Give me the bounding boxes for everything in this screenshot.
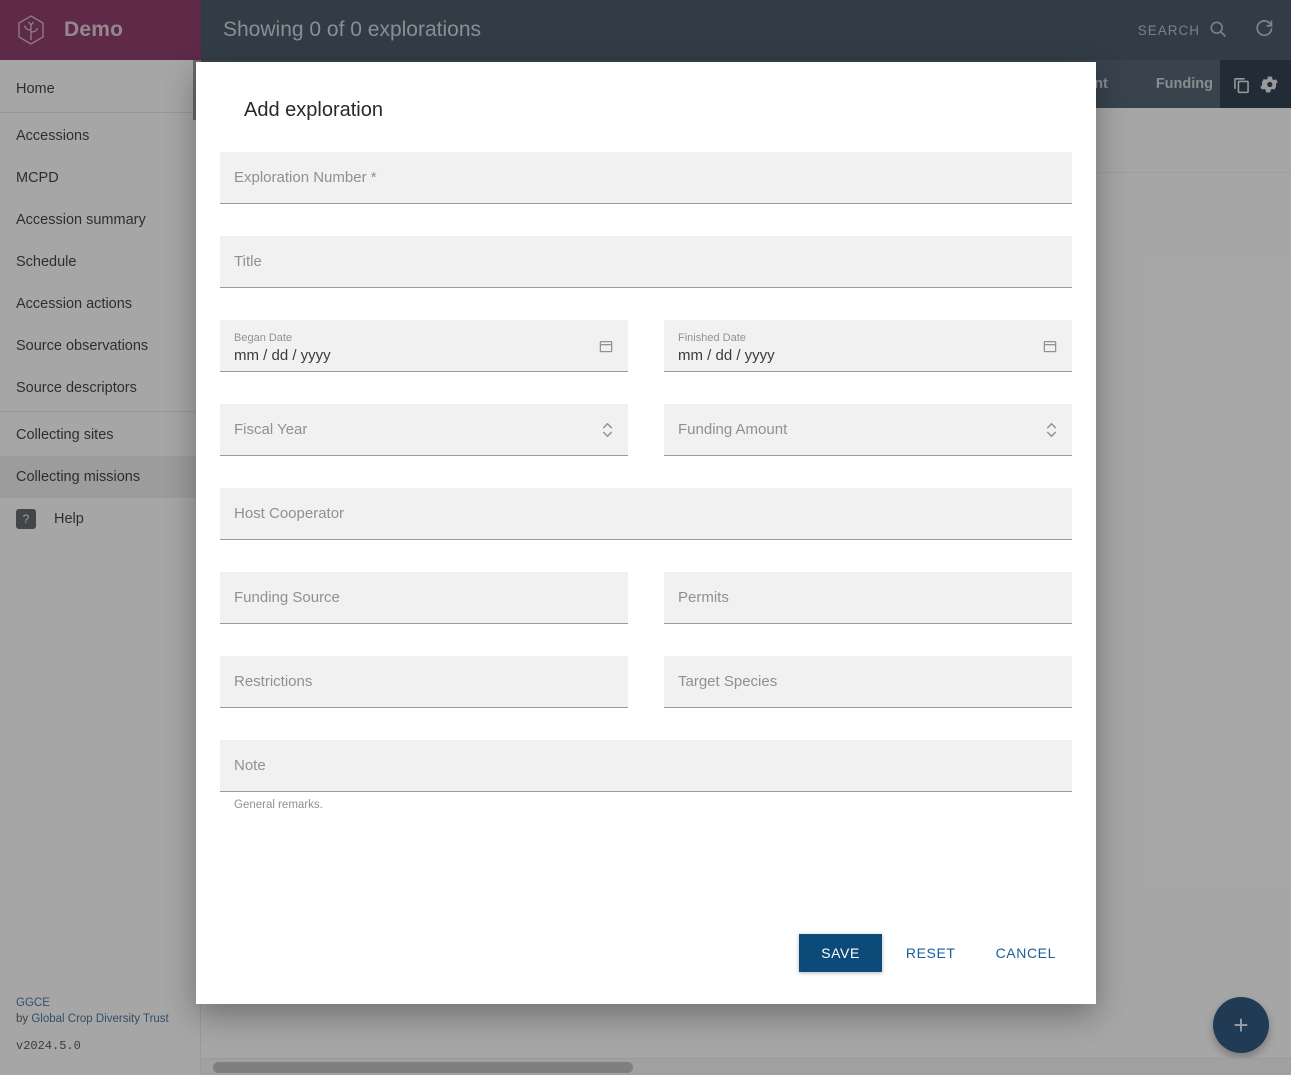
field-exploration-number: Exploration Number * — [220, 152, 1072, 204]
form-row-numbers: Fiscal Year Funding Amount — [220, 404, 1072, 456]
target-species-input[interactable]: Target Species — [664, 656, 1072, 708]
funding-source-label: Funding Source — [234, 589, 340, 606]
dialog-form: Exploration Number * Title Began Date mm — [220, 152, 1072, 934]
add-exploration-dialog: Add exploration Exploration Number * Tit… — [196, 62, 1096, 1004]
form-row-exploration-number: Exploration Number * — [220, 152, 1072, 204]
finished-date-label: Finished Date — [678, 332, 746, 344]
note-input[interactable]: Note — [220, 740, 1072, 792]
permits-label: Permits — [678, 589, 729, 606]
funding-amount-input[interactable]: Funding Amount — [664, 404, 1072, 456]
stepper-icon[interactable] — [1045, 419, 1058, 440]
field-note: Note General remarks. — [220, 740, 1072, 811]
cancel-button[interactable]: CANCEL — [980, 934, 1072, 972]
funding-source-input[interactable]: Funding Source — [220, 572, 628, 624]
fiscal-year-label: Fiscal Year — [234, 421, 308, 438]
began-date-label: Began Date — [234, 332, 293, 344]
field-finished-date: Finished Date mm / dd / yyyy — [664, 320, 1072, 372]
field-began-date: Began Date mm / dd / yyyy — [220, 320, 628, 372]
calendar-icon[interactable] — [598, 337, 614, 354]
form-row-title: Title — [220, 236, 1072, 288]
form-row-note: Note General remarks. — [220, 740, 1072, 811]
save-button[interactable]: SAVE — [799, 934, 882, 972]
field-funding-source: Funding Source — [220, 572, 628, 624]
began-date-input[interactable]: Began Date mm / dd / yyyy — [220, 320, 628, 372]
field-funding-amount: Funding Amount — [664, 404, 1072, 456]
form-row-dates: Began Date mm / dd / yyyy Finished Date — [220, 320, 1072, 372]
restrictions-label: Restrictions — [234, 673, 313, 690]
note-label: Note — [234, 757, 266, 774]
field-fiscal-year: Fiscal Year — [220, 404, 628, 456]
form-row-host-cooperator: Host Cooperator — [220, 488, 1072, 540]
funding-amount-label: Funding Amount — [678, 421, 788, 438]
finished-date-value: mm / dd / yyyy — [678, 347, 775, 364]
form-row-funding-permits: Funding Source Permits — [220, 572, 1072, 624]
form-row-restrictions-species: Restrictions Target Species — [220, 656, 1072, 708]
stepper-icon[interactable] — [601, 419, 614, 440]
screen-root: Demo Showing 0 of 0 explorations SEARCH — [0, 0, 1291, 1075]
note-helper-text: General remarks. — [234, 799, 323, 811]
exploration-number-label: Exploration Number * — [234, 169, 377, 186]
exploration-number-input[interactable]: Exploration Number * — [220, 152, 1072, 204]
title-input[interactable]: Title — [220, 236, 1072, 288]
calendar-icon[interactable] — [1042, 337, 1058, 354]
permits-input[interactable]: Permits — [664, 572, 1072, 624]
host-cooperator-label: Host Cooperator — [234, 505, 345, 522]
dialog-actions: SAVE RESET CANCEL — [220, 934, 1072, 980]
dialog-title: Add exploration — [244, 99, 383, 121]
reset-button[interactable]: RESET — [890, 934, 972, 972]
field-host-cooperator: Host Cooperator — [220, 488, 1072, 540]
target-species-label: Target Species — [678, 673, 778, 690]
title-label: Title — [234, 253, 262, 270]
began-date-value: mm / dd / yyyy — [234, 347, 331, 364]
restrictions-input[interactable]: Restrictions — [220, 656, 628, 708]
field-title: Title — [220, 236, 1072, 288]
finished-date-input[interactable]: Finished Date mm / dd / yyyy — [664, 320, 1072, 372]
host-cooperator-input[interactable]: Host Cooperator — [220, 488, 1072, 540]
field-restrictions: Restrictions — [220, 656, 628, 708]
field-permits: Permits — [664, 572, 1072, 624]
fiscal-year-input[interactable]: Fiscal Year — [220, 404, 628, 456]
field-target-species: Target Species — [664, 656, 1072, 708]
